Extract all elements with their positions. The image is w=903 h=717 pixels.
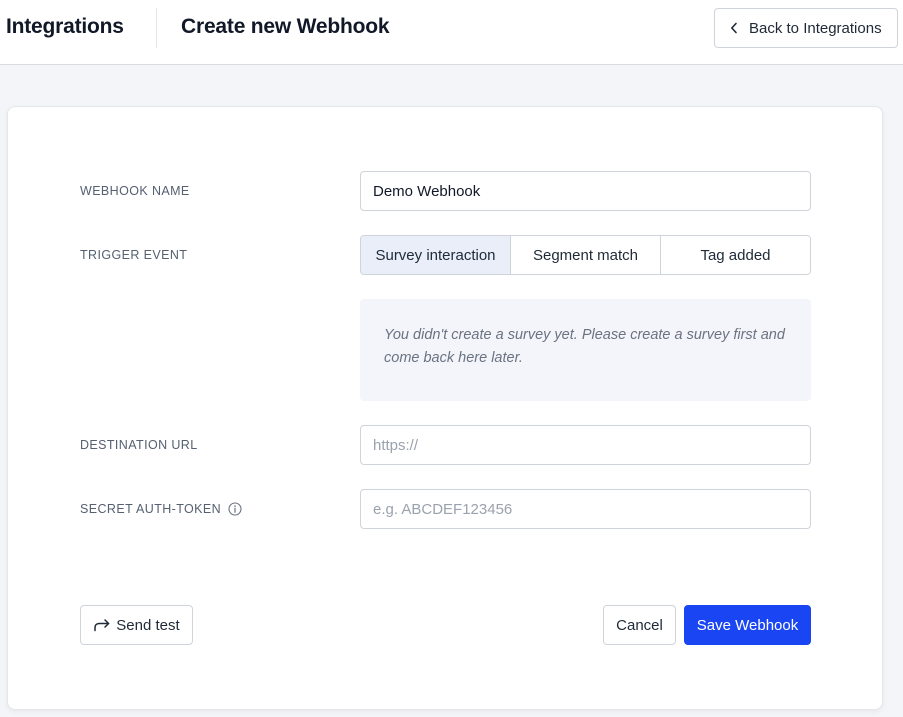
trigger-event-label: TRIGGER EVENT	[80, 248, 188, 262]
no-survey-notice: You didn't create a survey yet. Please c…	[360, 299, 811, 401]
back-to-integrations-button[interactable]: Back to Integrations	[714, 8, 898, 48]
trigger-event-selector: Survey interaction Segment match Tag add…	[360, 235, 811, 275]
secret-token-label: SECRET AUTH-TOKEN	[80, 502, 222, 516]
send-test-label: Send test	[116, 616, 180, 634]
info-icon[interactable]	[228, 502, 242, 516]
secret-token-label-row: SECRET AUTH-TOKEN	[80, 502, 242, 516]
webhook-form-card: WEBHOOK NAME TRIGGER EVENT Survey intera…	[7, 106, 883, 710]
back-button-label: Back to Integrations	[749, 19, 882, 37]
chevron-left-icon	[730, 22, 742, 34]
send-test-button[interactable]: Send test	[80, 605, 193, 645]
save-webhook-button[interactable]: Save Webhook	[684, 605, 811, 645]
destination-url-input[interactable]	[360, 425, 811, 465]
secret-token-input[interactable]	[360, 489, 811, 529]
page-title: Create new Webhook	[181, 15, 390, 38]
webhook-name-input[interactable]	[360, 171, 811, 211]
trigger-option-survey-interaction[interactable]: Survey interaction	[361, 236, 510, 274]
destination-url-label: DESTINATION URL	[80, 438, 198, 452]
header-divider	[156, 8, 157, 48]
trigger-option-tag-added[interactable]: Tag added	[660, 236, 810, 274]
share-arrow-icon	[93, 618, 111, 632]
cancel-button[interactable]: Cancel	[603, 605, 676, 645]
top-bar: Integrations Create new Webhook Back to …	[0, 0, 903, 65]
trigger-option-segment-match[interactable]: Segment match	[510, 236, 660, 274]
webhook-name-label: WEBHOOK NAME	[80, 184, 190, 198]
app-title: Integrations	[6, 15, 124, 38]
